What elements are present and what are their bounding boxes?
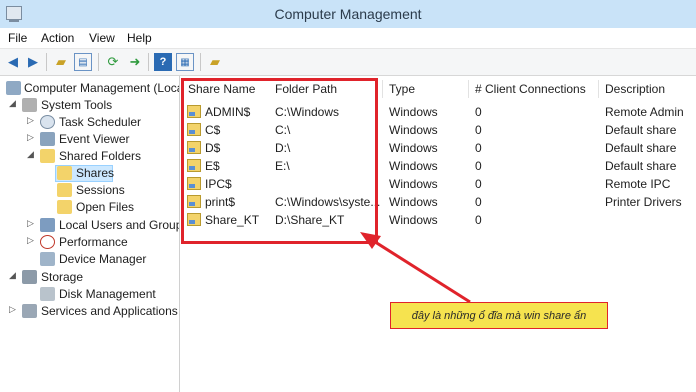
tree-item-disk-management[interactable]: Disk Management <box>0 286 179 303</box>
share-type: Windows <box>389 177 438 191</box>
share-description: Default share <box>605 141 677 155</box>
services-icon <box>22 304 37 318</box>
properties-icon[interactable]: ▦ <box>176 53 194 71</box>
performance-icon <box>40 235 55 249</box>
share-type: Windows <box>389 159 438 173</box>
computer-management-icon <box>6 81 21 95</box>
tree-item-device-manager[interactable]: Device Manager <box>0 251 179 268</box>
tree-item-sessions[interactable]: Sessions <box>0 182 179 199</box>
up-folder-icon[interactable]: ▰ <box>52 53 70 71</box>
collapsed-caret-icon[interactable]: ▷ <box>9 304 19 315</box>
column-description[interactable]: Description <box>605 82 665 96</box>
hidden-shares-highlight-box <box>181 78 378 244</box>
forward-icon[interactable]: ▶ <box>24 53 42 71</box>
client-connections: 0 <box>475 195 482 209</box>
tree-item-label: Storage <box>41 270 84 284</box>
tree-item-label: Sessions <box>76 183 125 197</box>
tree-item-open-files[interactable]: Open Files <box>0 199 179 216</box>
share-icon <box>57 183 72 197</box>
tree-item-label: Shares <box>76 166 115 180</box>
tree-item-label: Shared Folders <box>59 149 142 163</box>
tree-item-label: System Tools <box>41 98 113 112</box>
client-connections: 0 <box>475 141 482 155</box>
share-description: Remote Admin <box>605 105 684 119</box>
tree-item-label: Event Viewer <box>59 132 130 146</box>
share-type: Windows <box>389 105 438 119</box>
tree-item-shared-folders[interactable]: ◢ Shared Folders <box>0 148 179 165</box>
tree-item-label: Local Users and Groups <box>59 218 180 232</box>
collapsed-caret-icon[interactable]: ▷ <box>27 235 37 246</box>
expanded-caret-icon[interactable]: ◢ <box>9 270 19 281</box>
menu-bar: File Action View Help <box>0 28 696 49</box>
share-type: Windows <box>389 123 438 137</box>
tree-item-performance[interactable]: ▷ Performance <box>0 234 179 251</box>
back-icon[interactable]: ◀ <box>4 53 22 71</box>
column-client-connections[interactable]: # Client Connections <box>475 82 586 96</box>
device-manager-icon <box>40 252 55 266</box>
storage-icon <box>22 270 37 284</box>
shared-folder-icon[interactable]: ▰ <box>206 53 224 71</box>
tree-item-local-users-groups[interactable]: ▷ Local Users and Groups <box>0 217 179 234</box>
collapsed-caret-icon[interactable]: ▷ <box>27 132 37 143</box>
menu-file[interactable]: File <box>8 31 27 45</box>
tree-item-label: Performance <box>59 235 128 249</box>
shared-folder-icon <box>40 149 55 163</box>
tree-item-computer-management[interactable]: Computer Management (Local <box>0 80 179 97</box>
menu-help[interactable]: Help <box>127 31 152 45</box>
share-description: Printer Drivers <box>605 195 682 209</box>
window-title: Computer Management <box>274 6 422 22</box>
disk-icon <box>40 287 55 301</box>
tree-item-label: Disk Management <box>59 287 156 301</box>
expanded-caret-icon[interactable]: ◢ <box>9 98 19 109</box>
share-type: Windows <box>389 213 438 227</box>
client-connections: 0 <box>475 105 482 119</box>
tree-item-shares[interactable]: Shares <box>0 165 179 182</box>
toolbar: ◀ ▶ ▰ ▤ ⟳ ➜ ? ▦ ▰ <box>0 49 696 76</box>
client-connections: 0 <box>475 213 482 227</box>
tree-item-label: Device Manager <box>59 252 147 266</box>
menu-view[interactable]: View <box>89 31 115 45</box>
help-icon[interactable]: ? <box>154 53 172 71</box>
share-description: Default share <box>605 123 677 137</box>
share-description: Remote IPC <box>605 177 671 191</box>
expanded-caret-icon[interactable]: ◢ <box>27 149 37 160</box>
tree-item-storage[interactable]: ◢ Storage <box>0 269 179 286</box>
tree-item-task-scheduler[interactable]: ▷ Task Scheduler <box>0 114 179 131</box>
collapsed-caret-icon[interactable]: ▷ <box>27 218 37 229</box>
column-type[interactable]: Type <box>389 82 415 96</box>
event-viewer-icon <box>40 132 55 146</box>
tree-item-label: Computer Management (Local <box>24 81 180 95</box>
share-description: Default share <box>605 159 677 173</box>
title-bar: Computer Management <box>0 0 696 28</box>
menu-action[interactable]: Action <box>41 31 74 45</box>
tree-item-services-applications[interactable]: ▷ Services and Applications <box>0 303 179 320</box>
tools-icon <box>22 98 37 112</box>
annotation-callout: đây là những ổ đĩa mà win share ẩn <box>390 302 608 329</box>
show-hide-console-tree-icon[interactable]: ▤ <box>74 53 92 71</box>
share-type: Windows <box>389 195 438 209</box>
share-icon <box>57 200 72 214</box>
client-connections: 0 <box>475 159 482 173</box>
tree-item-label: Open Files <box>76 200 135 214</box>
export-list-icon[interactable]: ➜ <box>126 53 144 71</box>
client-connections: 0 <box>475 123 482 137</box>
share-icon <box>57 166 72 180</box>
console-tree: Computer Management (Local ◢ System Tool… <box>0 76 180 392</box>
collapsed-caret-icon[interactable]: ▷ <box>27 115 37 126</box>
refresh-icon[interactable]: ⟳ <box>104 53 122 71</box>
tree-item-event-viewer[interactable]: ▷ Event Viewer <box>0 131 179 148</box>
tree-item-label: Services and Applications <box>41 304 178 318</box>
clock-icon <box>40 115 55 129</box>
tree-item-system-tools[interactable]: ◢ System Tools <box>0 97 179 114</box>
users-icon <box>40 218 55 232</box>
share-type: Windows <box>389 141 438 155</box>
tree-item-label: Task Scheduler <box>59 115 142 129</box>
client-connections: 0 <box>475 177 482 191</box>
